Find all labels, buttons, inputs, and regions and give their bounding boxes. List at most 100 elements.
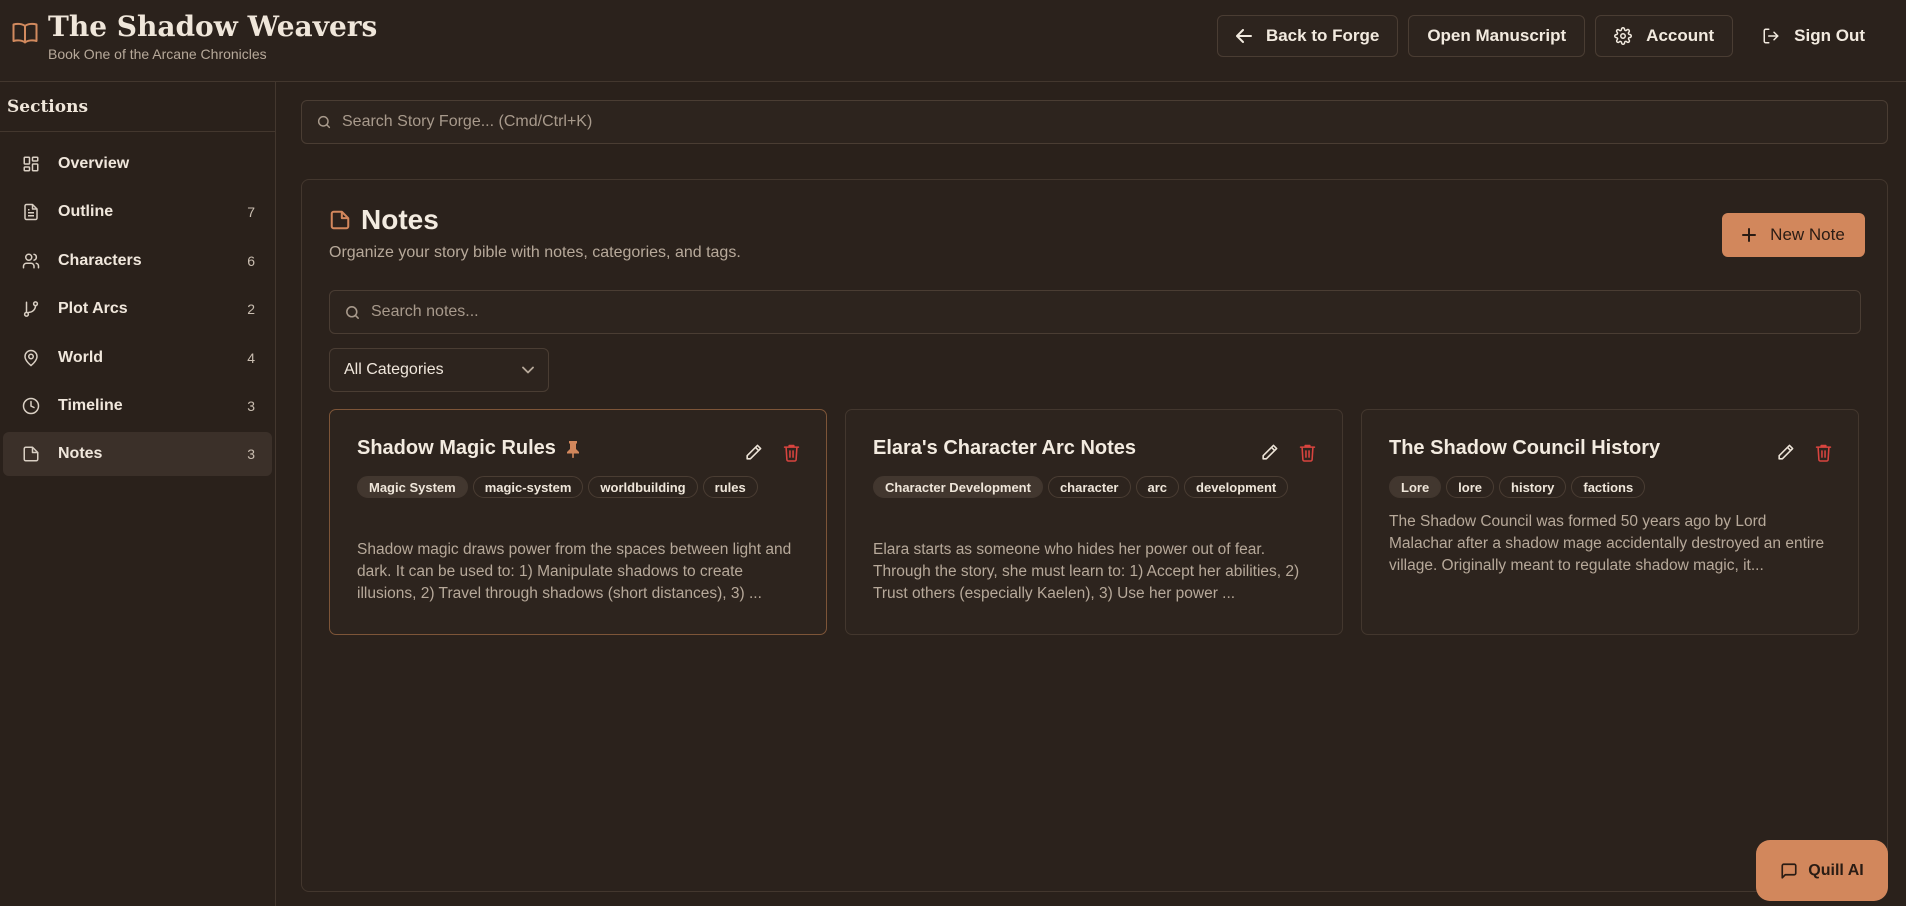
sidebar-item-label: Overview (58, 155, 130, 172)
sidebar-item-world[interactable]: World 4 (3, 336, 272, 380)
tag-badge: rules (702, 476, 758, 498)
sidebar: Sections Overview Outline 7 Characters 6 (0, 82, 276, 906)
note-excerpt: Shadow magic draws power from the spaces… (357, 541, 792, 602)
pencil-icon (1776, 443, 1795, 462)
sidebar-item-count: 6 (247, 252, 255, 269)
note-card-title: Elara's Character Arc Notes (873, 437, 1136, 460)
category-badge: Character Development (873, 476, 1043, 498)
sidebar-item-count: 7 (247, 204, 255, 221)
global-search-input[interactable] (342, 113, 1887, 131)
new-note-label: New Note (1770, 225, 1845, 244)
note-tags: Magic System magic-system worldbuilding … (357, 476, 797, 498)
note-title-text: Shadow Magic Rules (357, 437, 556, 459)
sidebar-item-label: Plot Arcs (58, 300, 128, 318)
note-icon (22, 445, 40, 463)
category-filter-value: All Categories (344, 361, 444, 378)
sign-out-icon (1762, 27, 1780, 45)
trash-icon (1815, 443, 1832, 462)
tag-badge: magic-system (472, 476, 584, 498)
note-card[interactable]: Shadow Magic Rules Magic System magic-sy… (329, 409, 827, 635)
project-subtitle: Book One of the Arcane Chronicles (48, 46, 267, 62)
note-excerpt: The Shadow Council was formed 50 years a… (1389, 513, 1825, 574)
note-tags: Lore lore history factions (1389, 476, 1829, 498)
pin-icon (566, 440, 580, 458)
category-badge: Lore (1389, 476, 1442, 498)
delete-note-button[interactable] (1815, 443, 1832, 462)
sidebar-item-outline[interactable]: Outline 7 (3, 190, 272, 234)
note-excerpt: Elara starts as someone who hides her po… (873, 541, 1300, 602)
sidebar-item-label: Timeline (58, 396, 123, 414)
sidebar-item-count: 4 (247, 349, 255, 366)
sidebar-item-overview[interactable]: Overview (3, 142, 272, 186)
note-card[interactable]: The Shadow Council History Lore lore his… (1361, 409, 1859, 635)
note-card-title: The Shadow Council History (1389, 437, 1660, 460)
chevron-down-icon (522, 366, 534, 374)
arrow-left-icon (1235, 29, 1252, 43)
sidebar-item-label: Characters (58, 251, 142, 269)
sidebar-item-characters[interactable]: Characters 6 (3, 239, 272, 283)
branch-icon (22, 300, 40, 318)
sidebar-nav: Overview Outline 7 Characters 6 Plot Arc… (0, 132, 275, 491)
delete-note-button[interactable] (1299, 443, 1316, 462)
open-manuscript-button[interactable]: Open Manuscript (1408, 15, 1586, 57)
back-to-forge-label: Back to Forge (1265, 26, 1380, 45)
category-filter-select[interactable]: All Categories (329, 348, 549, 392)
page-title: Notes (361, 204, 439, 235)
note-card-title: Shadow Magic Rules (357, 437, 580, 460)
search-icon (344, 304, 361, 321)
brand: The Shadow Weavers Book One of the Arcan… (12, 10, 377, 62)
sign-out-label: Sign Out (1794, 26, 1865, 45)
new-note-button[interactable]: New Note (1722, 213, 1865, 257)
edit-note-button[interactable] (1776, 443, 1795, 462)
notes-panel: Notes Organize your story bible with not… (301, 179, 1888, 892)
pencil-icon (1260, 443, 1279, 462)
note-card[interactable]: Elara's Character Arc Notes Character De… (845, 409, 1343, 635)
pencil-icon (744, 443, 763, 462)
note-title-text: Elara's Character Arc Notes (873, 437, 1137, 459)
gear-icon (1614, 27, 1633, 45)
sidebar-item-label: World (58, 348, 104, 366)
tag-badge: development (1184, 476, 1289, 498)
global-search[interactable] (301, 100, 1888, 144)
tag-badge: worldbuilding (588, 476, 698, 498)
tag-badge: character (1047, 476, 1131, 498)
sidebar-item-label: Notes (58, 445, 103, 463)
sidebar-item-count: 2 (247, 301, 255, 318)
note-tags: Character Development character arc deve… (873, 476, 1313, 498)
sidebar-item-label: Outline (58, 203, 114, 221)
app-header: The Shadow Weavers Book One of the Arcan… (0, 0, 1906, 82)
quill-ai-label: Quill AI (1808, 861, 1864, 879)
notes-search[interactable] (329, 290, 1861, 334)
back-to-forge-button[interactable]: Back to Forge (1216, 15, 1399, 57)
note-icon (329, 209, 351, 231)
sidebar-item-timeline[interactable]: Timeline 3 (3, 384, 272, 428)
project-title: The Shadow Weavers (48, 10, 378, 43)
search-icon (316, 114, 332, 130)
sidebar-item-count: 3 (247, 446, 255, 463)
chat-icon (1780, 862, 1798, 880)
account-button[interactable]: Account (1595, 15, 1734, 57)
delete-note-button[interactable] (783, 443, 800, 462)
clock-icon (22, 397, 40, 415)
tag-badge: arc (1135, 476, 1180, 498)
tag-badge: factions (1571, 476, 1646, 498)
sidebar-item-notes[interactable]: Notes 3 (3, 432, 272, 477)
grid-icon (22, 155, 40, 173)
sidebar-heading: Sections (0, 82, 275, 132)
book-icon (12, 22, 38, 44)
edit-note-button[interactable] (744, 443, 763, 462)
users-icon (22, 252, 40, 270)
quill-ai-button[interactable]: Quill AI (1756, 840, 1888, 901)
map-pin-icon (22, 349, 40, 367)
sidebar-item-count: 3 (247, 397, 255, 414)
edit-note-button[interactable] (1260, 443, 1279, 462)
sidebar-item-plot-arcs[interactable]: Plot Arcs 2 (3, 287, 272, 331)
document-icon (22, 203, 40, 221)
page-subtitle: Organize your story bible with notes, ca… (329, 244, 741, 261)
account-label: Account (1646, 26, 1715, 45)
tag-badge: history (1499, 476, 1567, 498)
notes-header: Notes (329, 204, 439, 236)
notes-search-input[interactable] (371, 303, 1860, 321)
sign-out-button[interactable]: Sign Out (1743, 15, 1884, 57)
trash-icon (1299, 443, 1316, 462)
